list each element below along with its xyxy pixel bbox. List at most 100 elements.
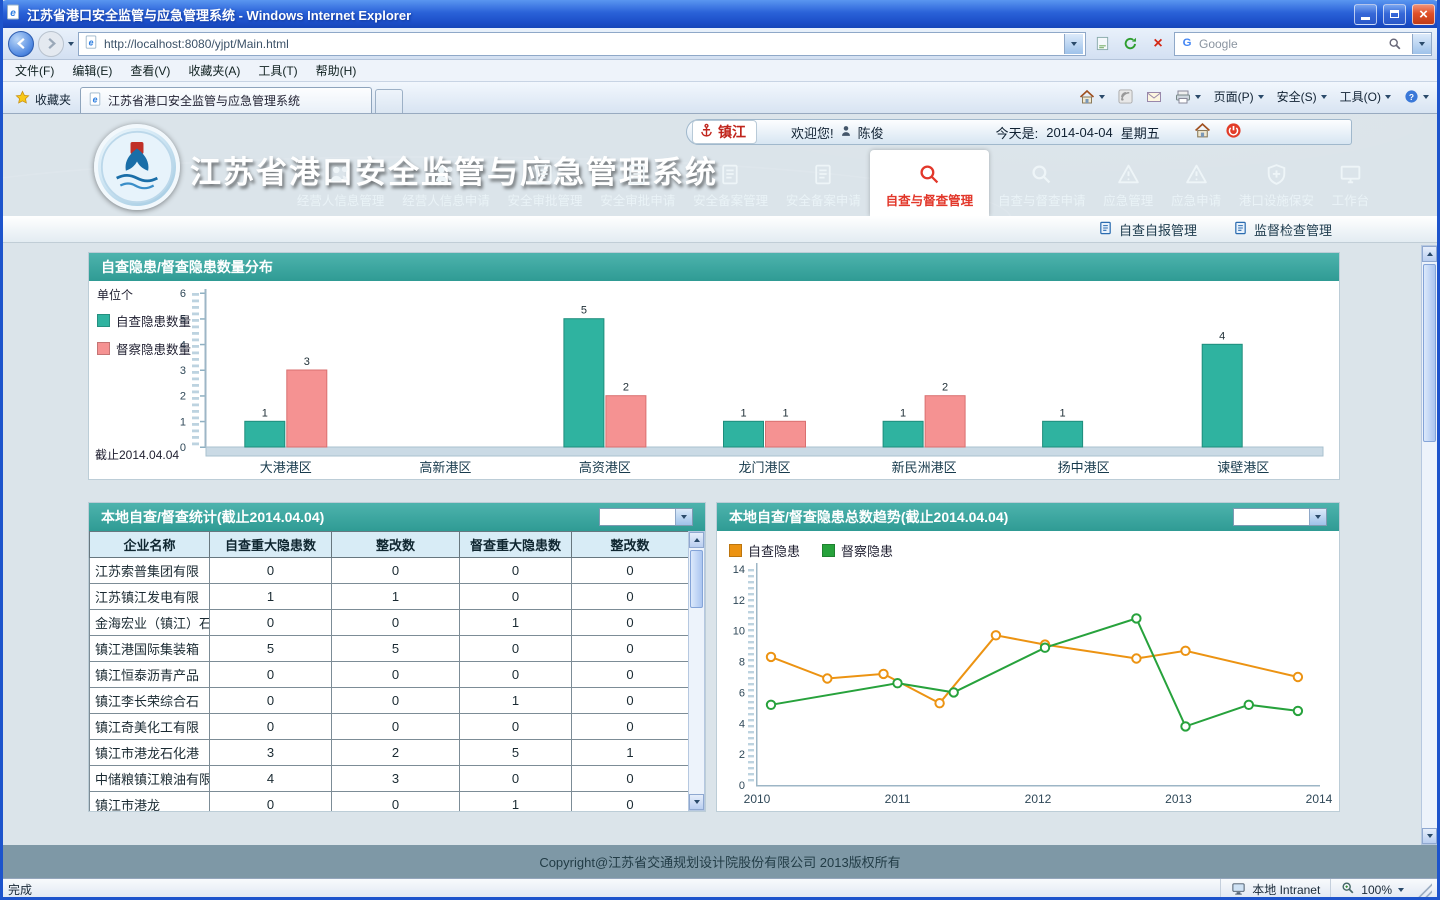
svg-text:2014: 2014	[1306, 792, 1333, 806]
svg-text:2012: 2012	[1025, 792, 1052, 806]
y-axis-unit-label: 单位个	[97, 286, 133, 303]
nav-item-link[interactable]: 工作台	[1323, 150, 1378, 216]
table-row[interactable]: 金海宏业（镇江）石0010	[90, 610, 689, 636]
table-scroll-down-button[interactable]	[689, 794, 704, 810]
table-row[interactable]: 镇江港国际集装箱5500	[90, 636, 689, 662]
nav-label: 安全审批管理	[507, 190, 582, 209]
column-header: 企业名称	[90, 532, 210, 558]
forward-button[interactable]	[38, 31, 64, 57]
menu-item[interactable]: 文件(F)	[6, 60, 63, 81]
table-cell: 2	[332, 740, 460, 766]
menu-item[interactable]: 帮助(H)	[307, 60, 366, 81]
table-row[interactable]: 镇江恒泰沥青产品0000	[90, 662, 689, 688]
table-cell: 0	[332, 714, 460, 740]
nav-item-link[interactable]: 安全备案申请	[777, 150, 870, 216]
asof-note: 截止2014.04.04	[95, 446, 179, 463]
bar-legend: 自查隐患数量督察隐患数量	[97, 311, 191, 358]
table-row[interactable]: 镇江市港龙石化港3251	[90, 740, 689, 766]
table-cell: 4	[210, 766, 332, 792]
maximize-button[interactable]	[1383, 4, 1406, 25]
menu-item[interactable]: 收藏夹(A)	[179, 60, 249, 81]
table-filter-select[interactable]	[599, 508, 693, 526]
nav-item-link[interactable]: 安全审批管理	[499, 150, 592, 216]
table-cell: 中储粮镇江粮油有限	[90, 766, 210, 792]
svg-text:2: 2	[623, 382, 629, 394]
subnav-item[interactable]: 监督检查管理	[1233, 220, 1332, 239]
table-row[interactable]: 镇江奇美化工有限0000	[90, 714, 689, 740]
help-button[interactable]: ?	[1399, 86, 1434, 107]
search-dropdown-button[interactable]	[1412, 34, 1431, 54]
safety-menu-button[interactable]: 安全(S)	[1272, 85, 1332, 108]
zoom-control[interactable]: 100%	[1330, 879, 1414, 900]
table-scroll-thumb[interactable]	[690, 550, 703, 608]
table-row[interactable]: 镇江李长荣综合石0010	[90, 688, 689, 714]
refresh-button[interactable]	[1118, 32, 1142, 56]
nav-item-link[interactable]: 安全备案管理	[684, 150, 777, 216]
nav-item-link[interactable]: 安全审批申请	[591, 150, 684, 216]
column-header: 自查重大隐患数	[210, 532, 332, 558]
nav-item-active[interactable]: 自查与督查管理	[870, 150, 989, 216]
address-bar[interactable]: e http://localhost:8080/yjpt/Main.html	[78, 32, 1086, 56]
menu-item[interactable]: 编辑(E)	[63, 60, 121, 81]
trend-panel-header: 本地自查/督查隐患总数趋势(截止2014.04.04)	[717, 503, 1339, 531]
table-scroll-track[interactable]	[689, 548, 704, 794]
svg-text:2: 2	[739, 749, 745, 761]
homepage-icon[interactable]	[1194, 122, 1211, 142]
svg-text:新民洲港区: 新民洲港区	[892, 460, 957, 475]
tools-menu-button[interactable]: 工具(O)	[1335, 85, 1396, 108]
home-button[interactable]	[1074, 86, 1110, 108]
search-magnifier-icon[interactable]	[1383, 32, 1407, 56]
history-dropdown-icon[interactable]	[68, 42, 74, 46]
menu-item[interactable]: 查看(V)	[121, 60, 179, 81]
table-cell: 3	[332, 766, 460, 792]
page-scrollbar[interactable]	[1421, 245, 1438, 845]
nav-item-link[interactable]: 应急管理	[1094, 150, 1162, 216]
trend-filter-select[interactable]	[1233, 508, 1327, 526]
nav-item-link[interactable]: 自查与督查申请	[989, 150, 1094, 216]
nav-item-link[interactable]: 经营人信息管理	[288, 150, 393, 216]
table-cell: 0	[572, 558, 689, 584]
search-input[interactable]: Google	[1199, 37, 1378, 51]
app-header: 江苏省港口安全监管与应急管理系统 镇江 欢迎您! 陈俊 今天是:	[0, 114, 1440, 216]
tab-active[interactable]: e 江苏省港口安全监管与应急管理系统	[80, 87, 372, 113]
table-row[interactable]: 镇江市港龙0010	[90, 792, 689, 812]
page-scroll-thumb[interactable]	[1423, 264, 1436, 442]
print-button[interactable]	[1170, 86, 1206, 108]
table-row[interactable]: 江苏索普集团有限0000	[90, 558, 689, 584]
table-scroll-up-button[interactable]	[689, 532, 704, 548]
nav-label: 港口设施保安	[1239, 190, 1314, 209]
nav-item-link[interactable]: 应急申请	[1162, 150, 1230, 216]
close-button[interactable]: ×	[1412, 4, 1435, 25]
column-header: 督查重大隐患数	[460, 532, 572, 558]
compatibility-view-button[interactable]	[1090, 32, 1114, 56]
svg-text:14: 14	[733, 564, 745, 576]
search-box[interactable]: G Google	[1174, 32, 1432, 56]
page-scroll-up-button[interactable]	[1422, 246, 1437, 262]
favorites-button[interactable]: 收藏夹	[6, 85, 80, 113]
resize-grip[interactable]	[1418, 883, 1432, 897]
back-button[interactable]	[8, 31, 34, 57]
table-cell: 0	[572, 662, 689, 688]
table-cell: 1	[332, 584, 460, 610]
subnav-item[interactable]: 自查自报管理	[1098, 220, 1197, 239]
nav-item-link[interactable]: 经营人信息申请	[393, 150, 498, 216]
table-scrollbar[interactable]	[688, 531, 705, 811]
page-scroll-down-button[interactable]	[1422, 828, 1437, 844]
feeds-button[interactable]	[1113, 86, 1138, 107]
nav-item-link[interactable]: 港口设施保安	[1230, 150, 1323, 216]
address-dropdown-button[interactable]	[1064, 34, 1083, 54]
mail-button[interactable]	[1141, 86, 1167, 108]
stop-button[interactable]: ×	[1146, 32, 1170, 56]
logout-power-icon[interactable]	[1225, 122, 1242, 142]
minimize-button[interactable]	[1354, 4, 1377, 25]
table-cell: 镇江李长荣综合石	[90, 688, 210, 714]
page-scroll-track[interactable]	[1422, 262, 1437, 828]
legend-label: 自查隐患数量	[116, 311, 191, 330]
new-tab-stub[interactable]	[375, 89, 403, 113]
table-row[interactable]: 江苏镇江发电有限1100	[90, 584, 689, 610]
page-menu-button[interactable]: 页面(P)	[1209, 85, 1269, 108]
table-row[interactable]: 中储粮镇江粮油有限4300	[90, 766, 689, 792]
table-cell: 0	[210, 688, 332, 714]
trend-chart-panel: 本地自查/督查隐患总数趋势(截止2014.04.04) 自查隐患督察隐患 024…	[716, 502, 1340, 812]
menu-item[interactable]: 工具(T)	[249, 60, 306, 81]
